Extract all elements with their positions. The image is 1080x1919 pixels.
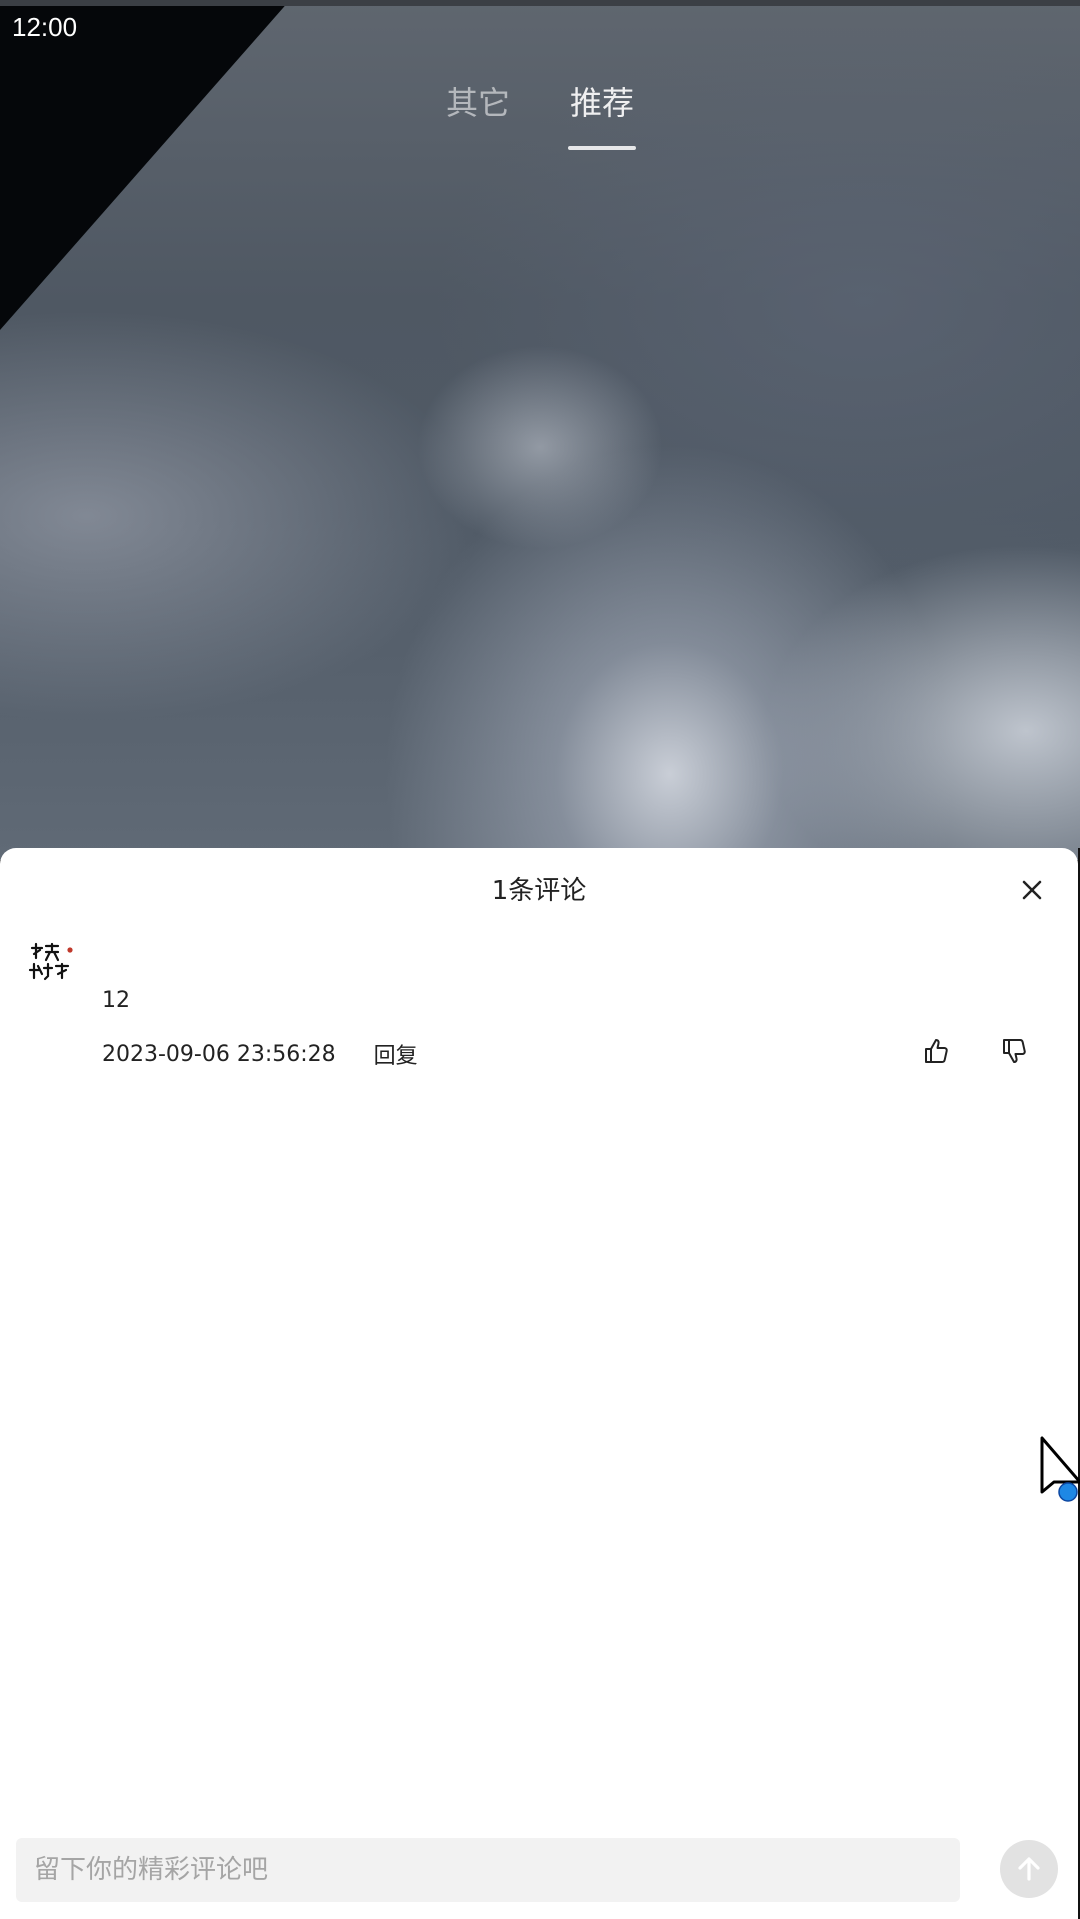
thumbs-up-icon <box>925 1039 948 1063</box>
close-button[interactable] <box>1014 872 1050 908</box>
status-bar-time: 12:00 <box>12 12 78 42</box>
tab-recommended[interactable]: 推荐 <box>568 78 637 150</box>
comment-composer <box>0 1838 1078 1908</box>
mouse-cursor <box>1040 1436 1080 1508</box>
comment-timestamp: 2023-09-06 23:56:28 <box>102 1041 336 1067</box>
send-button[interactable] <box>1000 1840 1058 1898</box>
comments-count-title: 1条评论 <box>491 876 587 906</box>
close-icon <box>1022 880 1042 900</box>
feed-tabs: 其它 推荐 <box>0 78 1080 150</box>
screen: 12:00 其它 推荐 1条评论 12 2023-09-06 23:56:28 … <box>0 0 1080 1919</box>
avatar[interactable] <box>26 936 80 990</box>
like-button[interactable] <box>922 1036 952 1066</box>
tab-other[interactable]: 其它 <box>444 78 512 150</box>
comments-sheet: 1条评论 12 2023-09-06 23:56:28 回复 <box>0 848 1078 1919</box>
arrow-up-icon <box>1018 1857 1040 1881</box>
thumbs-down-icon <box>1003 1039 1026 1063</box>
calligraphy-logo-avatar <box>26 936 80 990</box>
dislike-button[interactable] <box>1000 1036 1030 1066</box>
comment-input[interactable] <box>16 1838 960 1902</box>
reply-button[interactable]: 回复 <box>374 1038 418 1070</box>
comment-meta: 2023-09-06 23:56:28 回复 <box>102 1038 418 1070</box>
comment-text: 12 <box>102 988 130 1013</box>
pointer-cursor-icon <box>1040 1436 1080 1502</box>
status-bar-strip <box>0 0 1080 6</box>
